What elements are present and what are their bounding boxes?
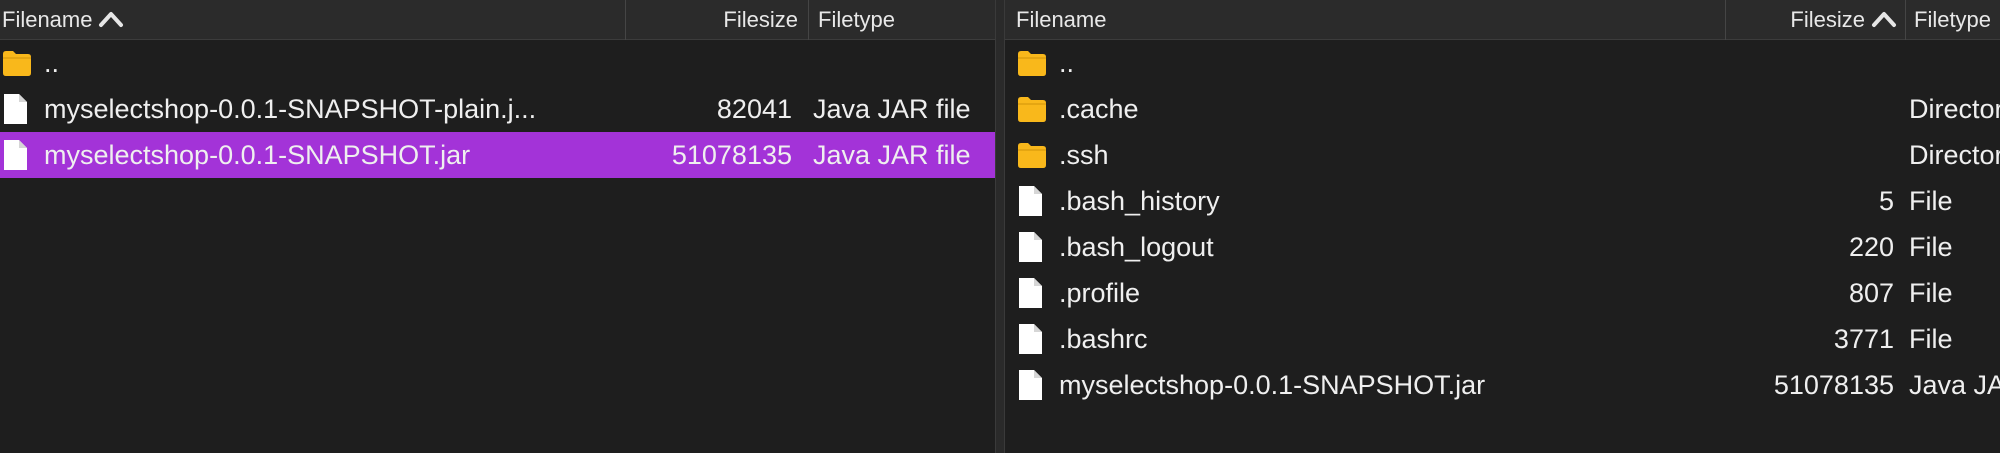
file-name: .. <box>1059 48 1075 78</box>
remote-file-list-pane: Filename Filesize Filetype .. .cache Direc… <box>1005 0 2000 453</box>
file-name: .ssh <box>1059 140 1109 170</box>
left-filesize-header-label: Filesize <box>723 7 798 32</box>
file-size <box>625 40 792 86</box>
folder-icon <box>1017 132 1047 178</box>
left-column-header-filename[interactable]: Filename <box>0 0 625 40</box>
file-size: 51078135 <box>671 140 792 170</box>
file-row[interactable]: .bash_logout 220 File <box>1005 224 2000 270</box>
file-icon <box>1017 270 1043 316</box>
file-row[interactable]: .profile 807 File <box>1005 270 2000 316</box>
left-filetype-header-label: Filetype <box>818 7 896 32</box>
file-size: 82041 <box>716 94 792 124</box>
file-name: myselectshop-0.0.1-SNAPSHOT.jar <box>44 140 471 170</box>
file-size <box>1725 86 1894 132</box>
file-row[interactable]: .ssh Directory <box>1005 132 2000 178</box>
file-name: myselectshop-0.0.1-SNAPSHOT-plain.j... <box>44 94 537 124</box>
file-size <box>1725 40 1894 86</box>
file-row[interactable]: .. <box>0 40 995 86</box>
left-column-header-bar: Filename Filesize Filetype <box>0 0 995 40</box>
folder-icon <box>2 40 32 86</box>
file-row[interactable]: .bash_history 5 File <box>1005 178 2000 224</box>
file-size: 51078135 <box>1773 370 1894 400</box>
file-type <box>1909 40 2000 86</box>
file-name: myselectshop-0.0.1-SNAPSHOT.jar <box>1059 370 1486 400</box>
file-name: .bash_history <box>1059 186 1220 216</box>
file-type: Java JAR file <box>813 94 971 124</box>
file-type: File <box>1909 324 1953 354</box>
file-icon <box>1017 224 1043 270</box>
file-type <box>813 40 995 86</box>
file-type: Java JAR file <box>813 140 971 170</box>
file-row[interactable]: .cache Directory <box>1005 86 2000 132</box>
file-type: File <box>1909 232 1953 262</box>
right-column-header-filesize[interactable]: Filesize <box>1725 0 1905 40</box>
file-type: Java JAR file <box>1909 370 2000 400</box>
left-column-header-filesize[interactable]: Filesize <box>625 0 808 40</box>
file-icon <box>1017 362 1043 408</box>
file-type: Directory <box>1909 94 2000 124</box>
file-row[interactable]: myselectshop-0.0.1-SNAPSHOT-plain.j... 82… <box>0 86 995 132</box>
file-row[interactable]: .. <box>1005 40 2000 86</box>
file-size <box>1725 132 1894 178</box>
chevron-up-icon <box>1872 12 1896 28</box>
file-icon <box>2 86 28 132</box>
file-row[interactable]: myselectshop-0.0.1-SNAPSHOT.jar 51078135 J… <box>1005 362 2000 408</box>
file-type: File <box>1909 186 1953 216</box>
file-icon <box>1017 178 1043 224</box>
file-icon <box>2 132 28 178</box>
file-name: .bashrc <box>1059 324 1148 354</box>
file-manager-window: Filename Filesize Filetype .. myselectsho… <box>0 0 2000 453</box>
left-file-rows: .. myselectshop-0.0.1-SNAPSHOT-plain.j...… <box>0 40 995 178</box>
local-file-list-pane: Filename Filesize Filetype .. myselectsho… <box>0 0 995 453</box>
file-row[interactable]: .bashrc 3771 File <box>1005 316 2000 362</box>
folder-icon <box>1017 40 1047 86</box>
file-name: .profile <box>1059 278 1141 308</box>
file-row[interactable]: myselectshop-0.0.1-SNAPSHOT.jar 51078135 J… <box>0 132 995 178</box>
file-size: 220 <box>1848 232 1894 262</box>
right-filetype-header-label: Filetype <box>1914 7 1992 32</box>
right-column-header-filetype[interactable]: Filetype <box>1905 0 2000 40</box>
left-column-header-filetype[interactable]: Filetype <box>808 0 995 40</box>
right-file-rows: .. .cache Directory .ssh Directory .bash_hist… <box>1005 40 2000 408</box>
file-size: 3771 <box>1833 324 1894 354</box>
folder-icon <box>1017 86 1047 132</box>
chevron-up-icon <box>99 12 124 28</box>
right-column-header-bar: Filename Filesize Filetype <box>1005 0 2000 40</box>
pane-splitter[interactable] <box>995 0 1005 453</box>
file-name: .cache <box>1059 94 1139 124</box>
file-name: .bash_logout <box>1059 232 1214 262</box>
file-size: 5 <box>1878 186 1894 216</box>
right-column-header-filename[interactable]: Filename <box>1005 0 1725 40</box>
file-name: .. <box>44 48 60 78</box>
right-filesize-header-label: Filesize <box>1790 7 1865 32</box>
file-type: Directory <box>1909 140 2000 170</box>
file-icon <box>1017 316 1043 362</box>
file-size: 807 <box>1848 278 1894 308</box>
file-type: File <box>1909 278 1953 308</box>
right-filename-header-label: Filename <box>1016 7 1107 32</box>
left-filename-header-label: Filename <box>2 7 93 32</box>
